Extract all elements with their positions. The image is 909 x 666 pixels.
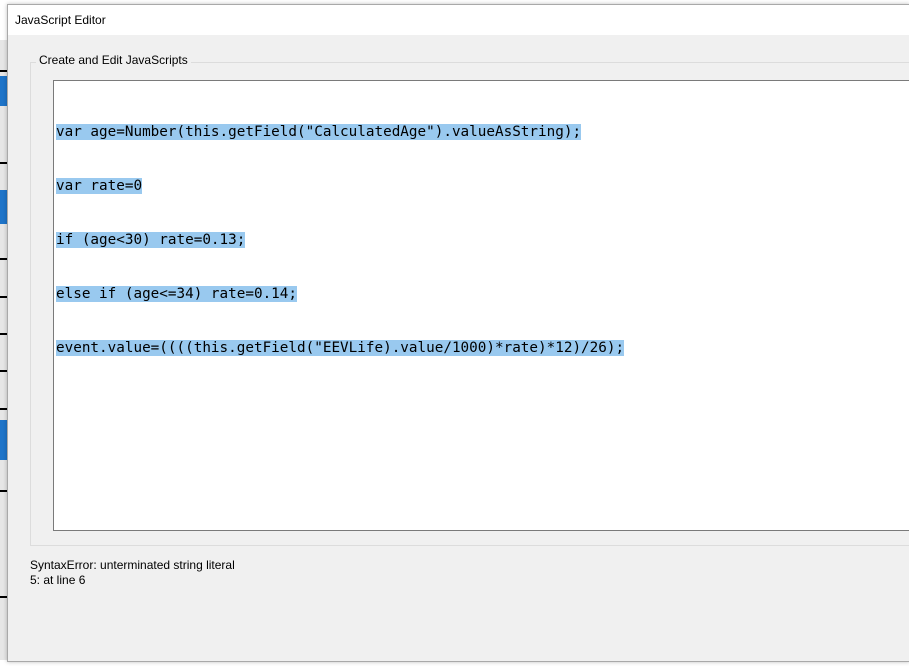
code-line-3: if (age<30) rate=0.13; <box>56 231 624 249</box>
error-message: SyntaxError: unterminated string literal <box>30 558 235 572</box>
code-line-text: event.value=((((this.getField("EEVLife).… <box>56 340 625 356</box>
group-label: Create and Edit JavaScripts <box>36 53 191 67</box>
code-line-1: var age=Number(this.getField("Calculated… <box>56 123 624 141</box>
error-location: 5: at line 6 <box>30 573 86 587</box>
error-status: SyntaxError: unterminated string literal… <box>30 558 235 588</box>
code-line-5: event.value=((((this.getField("EEVLife).… <box>56 339 625 357</box>
javascript-editor-dialog: JavaScript Editor Create and Edit JavaSc… <box>7 4 909 662</box>
code-editor-textarea[interactable]: var age=Number(this.getField("Calculated… <box>53 80 909 531</box>
title-bar[interactable]: JavaScript Editor <box>8 5 909 35</box>
window-title: JavaScript Editor <box>15 13 106 27</box>
code-line-4: else if (age<=34) rate=0.14; <box>56 285 624 303</box>
code-content: var age=Number(this.getField("Calculated… <box>56 87 625 393</box>
code-line-text: else if (age<=34) rate=0.14; <box>56 286 298 302</box>
code-line-text: var rate=0 <box>56 178 143 194</box>
code-line-text: if (age<30) rate=0.13; <box>56 232 246 248</box>
code-line-text: var age=Number(this.getField("Calculated… <box>56 124 582 140</box>
code-line-2: var rate=0 <box>56 177 624 195</box>
